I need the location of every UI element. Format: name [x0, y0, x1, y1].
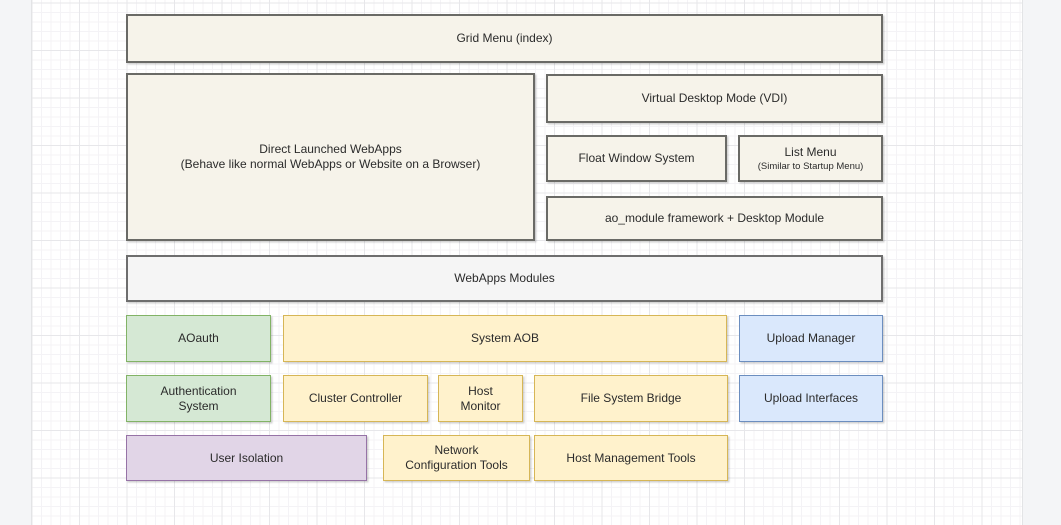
node-network-configuration-tools: Network Configuration Tools: [383, 435, 530, 481]
node-float-window-system-label: Float Window System: [578, 151, 694, 166]
node-host-monitor-label: Host Monitor: [460, 384, 500, 414]
node-ao-module-framework: ao_module framework + Desktop Module: [546, 196, 883, 241]
node-list-menu-label: List Menu: [784, 145, 836, 160]
node-virtual-desktop-mode: Virtual Desktop Mode (VDI): [546, 74, 883, 123]
node-grid-menu: Grid Menu (index): [126, 14, 883, 63]
diagram-nodes: Grid Menu (index) Direct Launched WebApp…: [0, 0, 1061, 525]
node-list-menu: List Menu (Similar to Startup Menu): [738, 135, 883, 182]
node-list-menu-sublabel: (Similar to Startup Menu): [758, 161, 864, 173]
node-float-window-system: Float Window System: [546, 135, 727, 182]
node-direct-launched-webapps: Direct Launched WebApps (Behave like nor…: [126, 73, 535, 241]
node-upload-interfaces: Upload Interfaces: [739, 375, 883, 422]
node-aoauth-label: AOauth: [178, 331, 219, 346]
node-authentication-system-label: Authentication System: [160, 384, 236, 414]
node-host-management-tools: Host Management Tools: [534, 435, 728, 481]
node-direct-launched-webapps-sublabel: (Behave like normal WebApps or Website o…: [181, 157, 481, 172]
node-host-monitor: Host Monitor: [438, 375, 523, 422]
node-authentication-system: Authentication System: [126, 375, 271, 422]
node-host-management-tools-label: Host Management Tools: [566, 451, 695, 466]
node-upload-manager-label: Upload Manager: [767, 331, 856, 346]
node-upload-interfaces-label: Upload Interfaces: [764, 391, 858, 406]
node-network-configuration-tools-label: Network Configuration Tools: [405, 443, 508, 473]
node-grid-menu-label: Grid Menu (index): [456, 31, 552, 46]
node-upload-manager: Upload Manager: [739, 315, 883, 362]
node-webapps-modules-label: WebApps Modules: [454, 271, 555, 286]
node-user-isolation: User Isolation: [126, 435, 367, 481]
node-virtual-desktop-mode-label: Virtual Desktop Mode (VDI): [642, 91, 788, 106]
node-file-system-bridge: File System Bridge: [534, 375, 728, 422]
node-ao-module-framework-label: ao_module framework + Desktop Module: [605, 211, 824, 226]
node-webapps-modules: WebApps Modules: [126, 255, 883, 302]
node-file-system-bridge-label: File System Bridge: [581, 391, 682, 406]
node-system-aob: System AOB: [283, 315, 727, 362]
node-cluster-controller: Cluster Controller: [283, 375, 428, 422]
node-cluster-controller-label: Cluster Controller: [309, 391, 402, 406]
node-system-aob-label: System AOB: [471, 331, 539, 346]
node-direct-launched-webapps-label: Direct Launched WebApps: [259, 142, 402, 157]
node-user-isolation-label: User Isolation: [210, 451, 283, 466]
node-aoauth: AOauth: [126, 315, 271, 362]
